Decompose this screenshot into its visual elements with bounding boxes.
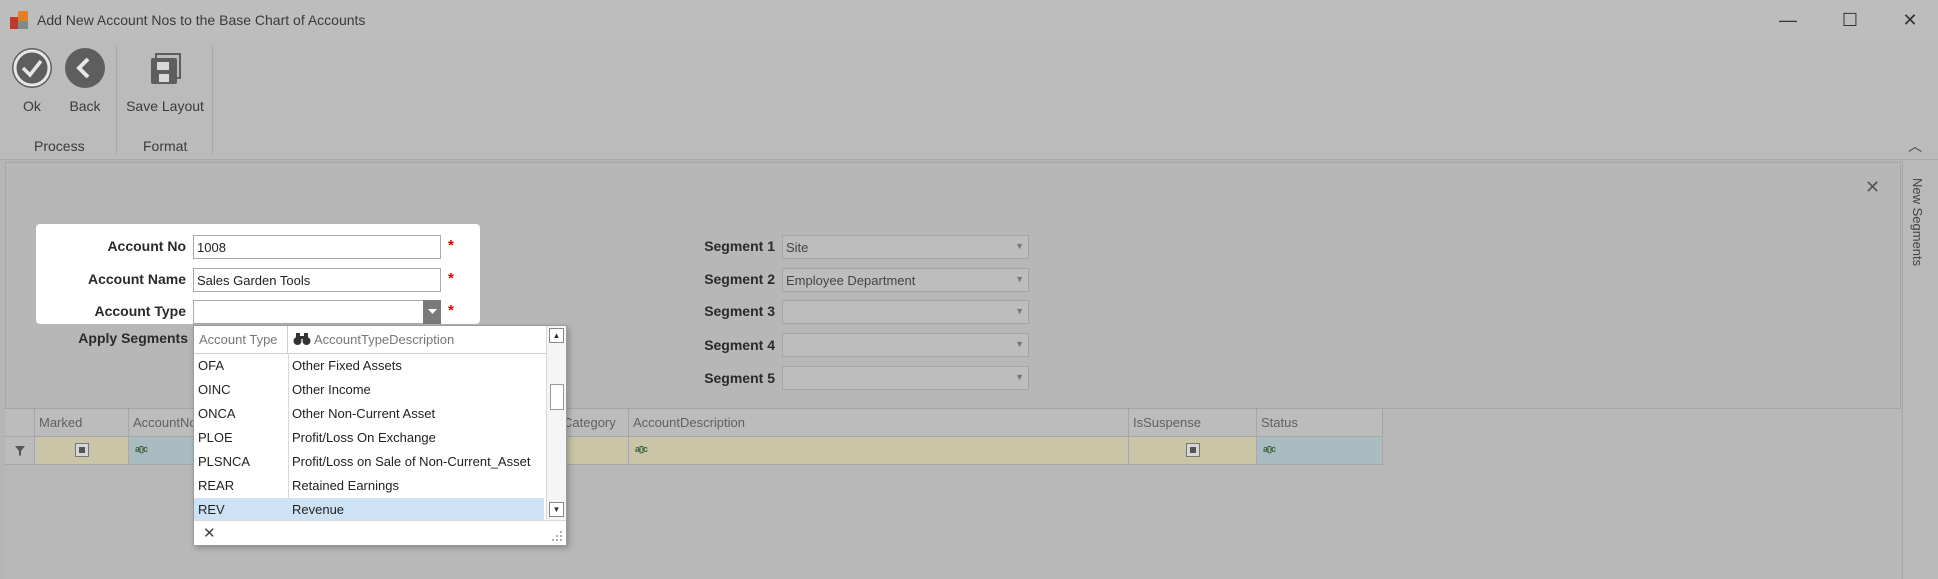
app-icon bbox=[10, 11, 30, 29]
clear-icon[interactable]: ✕ bbox=[203, 524, 216, 542]
segment-3-label: Segment 3 bbox=[704, 303, 775, 319]
required-mark: * bbox=[448, 302, 454, 319]
filter-marked[interactable] bbox=[35, 437, 129, 464]
list-item[interactable]: REAR Retained Earnings bbox=[194, 474, 544, 498]
account-type-combo[interactable] bbox=[193, 300, 424, 324]
filter-category[interactable] bbox=[559, 437, 629, 464]
apply-segments-label: Apply Segments bbox=[78, 330, 188, 346]
segment-5-select[interactable]: ▼ bbox=[782, 366, 1029, 390]
scroll-down-icon[interactable]: ▼ bbox=[549, 502, 564, 517]
text-filter-icon: a▯c bbox=[1263, 444, 1276, 454]
ok-button[interactable]: Ok bbox=[12, 48, 52, 114]
chevron-down-icon: ▼ bbox=[1015, 241, 1024, 251]
close-panel-icon[interactable]: ✕ bbox=[1865, 177, 1880, 198]
minimize-button[interactable]: — bbox=[1766, 6, 1810, 34]
resize-grip-icon[interactable] bbox=[551, 530, 563, 542]
filter-issuspense[interactable] bbox=[1129, 437, 1257, 464]
column-header-issuspense[interactable]: IsSuspense bbox=[1129, 409, 1257, 437]
list-item[interactable]: PLSNCA Profit/Loss on Sale of Non-Current… bbox=[194, 450, 544, 474]
binoculars-icon[interactable] bbox=[293, 332, 311, 349]
segment-1-value: Site bbox=[786, 240, 809, 255]
list-item[interactable]: ONCA Other Non-Current Asset bbox=[194, 402, 544, 426]
chevron-down-icon: ▼ bbox=[1015, 339, 1024, 349]
scroll-thumb[interactable] bbox=[550, 384, 564, 410]
maximize-button[interactable]: ☐ bbox=[1828, 6, 1872, 34]
window-title: Add New Account Nos to the Base Chart of… bbox=[37, 12, 366, 28]
ribbon-separator bbox=[212, 46, 213, 154]
list-item[interactable]: OFA Other Fixed Assets bbox=[194, 354, 544, 378]
minimize-icon: — bbox=[1779, 9, 1797, 30]
dropdown-header-account-type[interactable]: Account Type bbox=[194, 326, 288, 354]
save-layout-icon bbox=[145, 48, 185, 88]
segment-2-label: Segment 2 bbox=[704, 271, 775, 287]
dropdown-header-description[interactable]: AccountTypeDescription bbox=[288, 326, 546, 354]
back-arrow-icon bbox=[65, 48, 105, 88]
collapse-ribbon-icon[interactable]: ︿ bbox=[1908, 136, 1922, 156]
maximize-icon: ☐ bbox=[1841, 9, 1859, 30]
row-indicator-header bbox=[5, 409, 35, 437]
title-bar: Add New Account Nos to the Base Chart of… bbox=[0, 0, 1938, 40]
back-button[interactable]: Back bbox=[65, 48, 105, 114]
segment-4-label: Segment 4 bbox=[704, 337, 775, 353]
segment-5-label: Segment 5 bbox=[704, 370, 775, 386]
chevron-down-icon bbox=[427, 309, 437, 314]
scroll-up-icon[interactable]: ▲ bbox=[549, 328, 564, 343]
chevron-down-icon: ▼ bbox=[1015, 306, 1024, 316]
group-process-label: Process bbox=[34, 138, 85, 154]
chevron-down-icon: ▼ bbox=[1015, 274, 1024, 284]
column-header-marked[interactable]: Marked bbox=[35, 409, 129, 437]
back-label: Back bbox=[69, 98, 101, 114]
group-format-label: Format bbox=[143, 138, 188, 154]
list-item[interactable]: OINC Other Income bbox=[194, 378, 544, 402]
account-no-input[interactable] bbox=[193, 235, 441, 259]
ribbon: Ok Back Save Layout Process Format ︿ bbox=[0, 40, 1938, 160]
segment-3-select[interactable]: ▼ bbox=[782, 300, 1029, 324]
required-mark: * bbox=[448, 270, 454, 287]
new-segments-tab[interactable]: New Segments bbox=[1910, 178, 1925, 266]
ok-label: Ok bbox=[23, 98, 41, 114]
save-layout-label: Save Layout bbox=[126, 98, 204, 114]
account-name-input[interactable] bbox=[193, 268, 441, 292]
filter-status[interactable]: a▯c bbox=[1257, 437, 1383, 464]
column-header-status[interactable]: Status bbox=[1257, 409, 1383, 437]
dropdown-footer: ✕ bbox=[194, 520, 566, 545]
close-window-button[interactable]: ✕ bbox=[1888, 6, 1932, 34]
segment-2-select[interactable]: Employee Department ▼ bbox=[782, 268, 1029, 292]
segment-2-value: Employee Department bbox=[786, 273, 916, 288]
text-filter-icon: a▯c bbox=[635, 444, 648, 454]
filter-checkbox[interactable] bbox=[1186, 443, 1200, 457]
required-mark: * bbox=[448, 237, 454, 254]
account-no-label: Account No bbox=[107, 238, 186, 254]
check-icon bbox=[12, 48, 52, 88]
column-header-accountdescription[interactable]: AccountDescription bbox=[629, 409, 1129, 437]
account-type-dropdown: Account Type AccountTypeDescription OFA O… bbox=[193, 325, 567, 545]
save-layout-button[interactable]: Save Layout bbox=[126, 48, 204, 114]
ribbon-separator bbox=[116, 46, 117, 154]
account-type-label: Account Type bbox=[94, 303, 186, 319]
account-name-label: Account Name bbox=[87, 271, 186, 287]
text-filter-icon: a▯c bbox=[135, 444, 148, 454]
list-item-selected[interactable]: REV Revenue bbox=[194, 498, 544, 520]
chevron-down-icon: ▼ bbox=[1015, 372, 1024, 382]
account-type-dropdown-button[interactable] bbox=[423, 300, 441, 324]
filter-checkbox[interactable] bbox=[75, 443, 89, 457]
filter-icon bbox=[5, 437, 35, 464]
column-header-category[interactable]: Category bbox=[559, 409, 629, 437]
segment-4-select[interactable]: ▼ bbox=[782, 333, 1029, 357]
segment-1-label: Segment 1 bbox=[704, 238, 775, 254]
dropdown-scrollbar[interactable]: ▲ ▼ bbox=[546, 326, 566, 520]
close-icon: ✕ bbox=[1902, 9, 1918, 30]
segment-1-select[interactable]: Site ▼ bbox=[782, 235, 1029, 259]
filter-accountdescription[interactable]: a▯c bbox=[629, 437, 1129, 464]
list-item[interactable]: PLOE Profit/Loss On Exchange bbox=[194, 426, 544, 450]
